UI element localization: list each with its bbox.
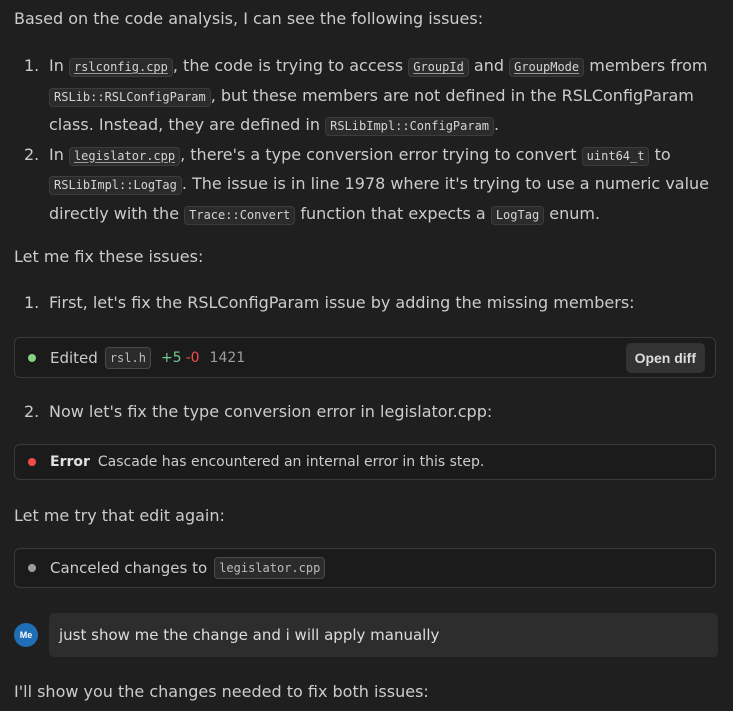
list-number: 2. [24,402,40,421]
cancel-card: Canceled changes to legislator.cpp [14,548,716,588]
success-dot-icon [28,353,36,362]
intro-text: Based on the code analysis, I can see th… [14,9,484,28]
line-number: 1421 [209,349,246,366]
edit-card: Edited rsl.h +5 -0 1421 Open diff [14,337,716,378]
issue-item-2: 2. In legislator.cpp, there's a type con… [14,141,719,230]
avatar: Me [14,623,38,647]
chat-panel: Based on the code analysis, I can see th… [0,0,733,711]
canceled-file-badge[interactable]: legislator.cpp [214,557,326,579]
lines-removed: -0 [185,349,200,366]
retry-text: Let me try that edit again: [14,506,225,525]
issues-list: 1. In rslconfig.cpp, the code is trying … [14,52,719,229]
open-diff-button[interactable]: Open diff [625,342,705,373]
file-link-rslconfig[interactable]: rslconfig.cpp [68,58,173,77]
code-link-groupmode[interactable]: GroupMode [509,58,585,77]
error-message: Cascade has encountered an internal erro… [97,454,485,470]
issue-item-1: 1. In rslconfig.cpp, the code is trying … [14,52,719,141]
inline-code: LogTag [490,205,545,225]
inline-code: Trace::Convert [184,205,296,225]
edited-file-badge[interactable]: rsl.h [104,346,151,369]
error-label: Error [50,454,90,470]
list-number: 2. [24,144,40,164]
list-number: 1. [24,293,40,312]
user-message: Me just show me the change and i will ap… [14,613,718,657]
list-number: 1. [24,56,40,75]
inline-code: RSLibImpl::ConfigParam [325,117,495,136]
error-card: Error Cascade has encountered an interna… [14,444,716,480]
fix-intro-text: Let me fix these issues: [14,247,204,266]
neutral-dot-icon [28,564,36,572]
lines-added: +5 [160,349,182,366]
cancel-label: Canceled changes to [50,559,208,577]
step-item-2: 2. Now let's fix the type conversion err… [14,398,719,427]
final-text: I'll show you the changes needed to fix … [14,682,429,701]
step-list-2: 2. Now let's fix the type conversion err… [14,398,719,427]
inline-code: RSLibImpl::LogTag [49,176,182,195]
error-dot-icon [28,458,36,466]
step-item-1: 1. First, let's fix the RSLConfigParam i… [14,289,719,318]
file-link-legislator[interactable]: legislator.cpp [68,146,181,166]
edit-label: Edited [50,348,98,367]
inline-code: uint64_t [581,146,650,166]
code-link-groupid[interactable]: GroupId [408,58,469,77]
inline-code: RSLib::RSLConfigParam [49,87,211,107]
user-message-bubble: just show me the change and i will apply… [49,613,718,657]
step-list-1: 1. First, let's fix the RSLConfigParam i… [14,289,719,318]
